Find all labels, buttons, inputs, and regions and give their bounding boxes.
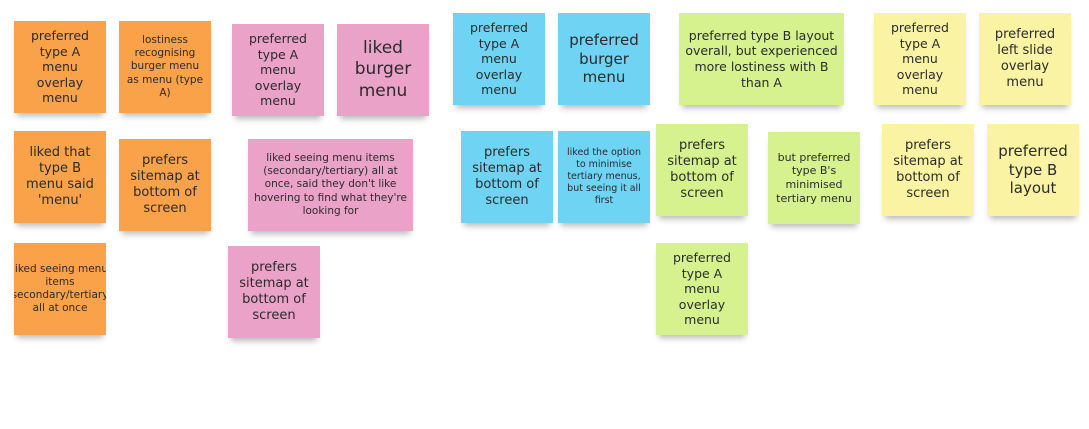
sticky-note-yellow[interactable]: preferred left slide overlay menu	[979, 13, 1071, 105]
sticky-note-text: prefers sitemap at bottom of screen	[239, 259, 309, 324]
sticky-note-text: preferred type A menu overlay menu	[891, 19, 949, 98]
sticky-note-yellow[interactable]: preferred type B layout	[987, 124, 1079, 216]
sticky-note-orange[interactable]: lostiness recognising burger menu as men…	[119, 21, 211, 113]
sticky-note-text: prefers sitemap at bottom of screen	[472, 144, 542, 209]
sticky-note-green[interactable]: preferred type A menu overlay menu	[656, 243, 748, 335]
sticky-note-green[interactable]: preferred type B layout overall, but exp…	[679, 13, 844, 105]
sticky-note-text: preferred type A menu overlay menu	[31, 27, 89, 106]
sticky-note-blue[interactable]: prefers sitemap at bottom of screen	[461, 131, 553, 223]
sticky-note-green[interactable]: prefers sitemap at bottom of screen	[656, 124, 748, 216]
sticky-note-text: preferred type A menu overlay menu	[673, 249, 731, 328]
sticky-note-text: liked burger menu	[354, 38, 412, 101]
sticky-note-text: preferred type B layout	[998, 141, 1068, 198]
sticky-note-orange[interactable]: liked that type B menu said 'menu'	[14, 131, 106, 223]
sticky-note-yellow[interactable]: prefers sitemap at bottom of screen	[882, 124, 974, 216]
sticky-note-blue[interactable]: liked the option to minimise tertiary me…	[558, 131, 650, 223]
sticky-note-blue[interactable]: preferred burger menu	[558, 13, 650, 105]
sticky-note-text: liked the option to minimise tertiary me…	[567, 147, 641, 206]
sticky-note-text: liked that type B menu said 'menu'	[26, 144, 94, 209]
sticky-note-text: prefers sitemap at bottom of screen	[130, 152, 200, 217]
sticky-note-green[interactable]: but preferred type B's minimised tertiar…	[768, 132, 860, 224]
sticky-note-orange[interactable]: preferred type A menu overlay menu	[14, 21, 106, 113]
sticky-note-text: prefers sitemap at bottom of screen	[893, 137, 963, 202]
sticky-note-text: liked seeing menu items (secondary/terti…	[254, 152, 407, 217]
sticky-note-text: but preferred type B's minimised tertiar…	[776, 150, 852, 205]
sticky-note-text: preferred type A menu overlay menu	[249, 30, 307, 109]
sticky-note-text: lostiness recognising burger menu as men…	[126, 34, 204, 99]
sticky-note-pink[interactable]: prefers sitemap at bottom of screen	[228, 246, 320, 338]
sticky-note-text: preferred type B layout overall, but exp…	[685, 27, 838, 90]
sticky-note-pink[interactable]: preferred type A menu overlay menu	[232, 24, 324, 116]
sticky-note-orange[interactable]: liked seeing menu items (secondary/terti…	[14, 243, 106, 335]
sticky-note-board: preferred type A menu overlay menu losti…	[0, 0, 1089, 429]
sticky-note-text: prefers sitemap at bottom of screen	[667, 137, 737, 202]
sticky-note-orange[interactable]: prefers sitemap at bottom of screen	[119, 139, 211, 231]
sticky-note-text: preferred left slide overlay menu	[994, 26, 1056, 91]
sticky-note-pink[interactable]: liked burger menu	[337, 24, 429, 116]
sticky-note-text: preferred burger menu	[569, 30, 639, 87]
sticky-note-pink[interactable]: liked seeing menu items (secondary/terti…	[248, 139, 413, 231]
sticky-note-text: preferred type A menu overlay menu	[470, 19, 528, 98]
sticky-note-text: liked seeing menu items (secondary/terti…	[14, 262, 106, 315]
sticky-note-yellow[interactable]: preferred type A menu overlay menu	[874, 13, 966, 105]
sticky-note-blue[interactable]: preferred type A menu overlay menu	[453, 13, 545, 105]
